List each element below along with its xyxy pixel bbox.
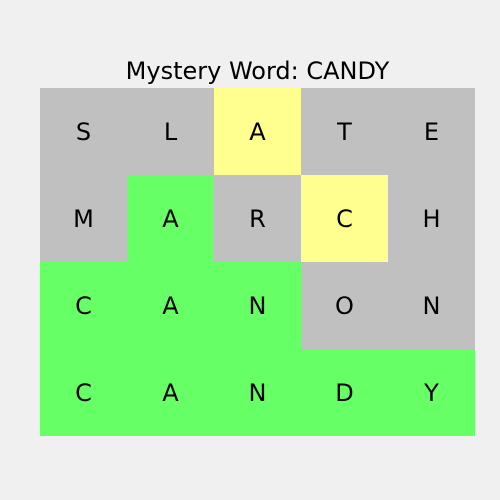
tile-row2-col1: M [40,175,127,262]
tile-row1-col2: L [127,88,214,175]
tile-row3-col3: N [214,262,301,349]
tile-letter: S [75,117,92,146]
tile-row1-col3: A [214,88,301,175]
tile-row3-col5: N [388,262,475,349]
tile-row4-col3: N [214,349,301,436]
tile-letter: D [335,378,354,407]
game-title: Mystery Word: CANDY [125,57,390,85]
tile-row2-col2: A [127,175,214,262]
tile-letter: M [73,204,94,233]
tile-row2-col3: R [214,175,301,262]
tile-row1-col1: S [40,88,127,175]
tile-letter: A [162,204,179,233]
tile-letter: O [335,291,354,320]
tile-letter: N [422,291,441,320]
tile-letter: A [249,117,266,146]
guess-board: S L A T E M A R C H C A N O N C A N D Y [40,88,475,436]
tile-letter: C [75,291,92,320]
tile-row4-col5: Y [388,349,475,436]
tile-row3-col4: O [301,262,388,349]
tile-row3-col1: C [40,262,127,349]
tile-letter: C [336,204,353,233]
tile-letter: C [75,378,92,407]
tile-row4-col1: C [40,349,127,436]
tile-letter: N [248,378,267,407]
tile-row2-col4: C [301,175,388,262]
tile-row1-col5: E [388,88,475,175]
game-stage: Mystery Word: CANDY S L A T E M A R C H … [0,0,500,500]
tile-letter: N [248,291,267,320]
tile-row1-col4: T [301,88,388,175]
tile-row4-col4: D [301,349,388,436]
tile-letter: T [337,117,352,146]
tile-letter: E [423,117,440,146]
tile-letter: H [422,204,441,233]
tile-letter: Y [424,378,439,407]
tile-letter: R [249,204,266,233]
tile-row2-col5: H [388,175,475,262]
tile-row4-col2: A [127,349,214,436]
tile-letter: A [162,291,179,320]
tile-letter: L [163,117,178,146]
tile-row3-col2: A [127,262,214,349]
tile-letter: A [162,378,179,407]
